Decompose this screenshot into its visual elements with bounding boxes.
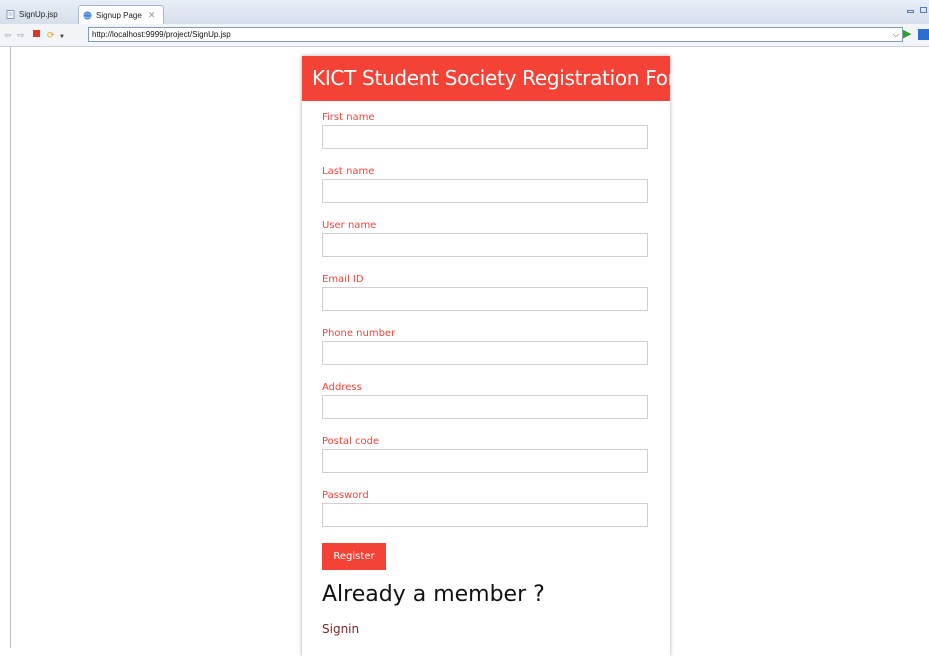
last-name-field: Last name: [322, 166, 648, 203]
password-input[interactable]: [322, 503, 648, 527]
url-input[interactable]: http://localhost:9999/project/SignUp.jsp…: [88, 27, 903, 42]
address-field: Address: [322, 382, 648, 419]
form-title: KICT Student Society Registration Form: [302, 56, 695, 101]
phone-input[interactable]: [322, 341, 648, 365]
postal-code-input[interactable]: [322, 449, 648, 473]
chevron-down-icon[interactable]: ▼: [59, 31, 65, 43]
phone-field: Phone number: [322, 328, 648, 365]
email-input[interactable]: [322, 287, 648, 311]
editor-tab-bar: SignUp.jsp Signup Page ✕: [0, 0, 929, 25]
close-icon[interactable]: ✕: [148, 10, 156, 21]
password-field: Password: [322, 490, 648, 527]
first-name-label: First name: [322, 112, 375, 123]
user-name-input[interactable]: [322, 233, 648, 257]
user-name-label: User name: [322, 220, 377, 231]
view-border: [10, 46, 11, 648]
last-name-label: Last name: [322, 166, 375, 177]
minimize-icon[interactable]: [907, 10, 914, 13]
stop-icon[interactable]: [33, 30, 40, 37]
file-icon: [6, 10, 15, 19]
postal-code-field: Postal code: [322, 436, 648, 473]
first-name-input[interactable]: [322, 125, 648, 149]
tab-label: Signup Page: [96, 10, 142, 20]
last-name-input[interactable]: [322, 179, 648, 203]
url-dropdown-icon[interactable]: ⌵: [893, 28, 899, 41]
email-label: Email ID: [322, 274, 364, 285]
external-browser-icon[interactable]: [918, 29, 929, 40]
email-field: Email ID: [322, 274, 648, 311]
postal-code-label: Postal code: [322, 436, 380, 447]
first-name-field: First name: [322, 112, 648, 149]
register-button[interactable]: Register: [322, 543, 386, 570]
refresh-icon[interactable]: ⟳: [47, 29, 55, 41]
password-label: Password: [322, 490, 369, 501]
signin-link[interactable]: Signin: [322, 622, 359, 636]
window-controls: [907, 7, 927, 13]
maximize-icon[interactable]: [920, 7, 927, 13]
tab-label: SignUp.jsp: [19, 10, 58, 19]
forward-icon[interactable]: ⇨: [17, 29, 25, 41]
tab-signup-page[interactable]: Signup Page ✕: [78, 5, 164, 24]
globe-icon: [83, 11, 92, 19]
address-input[interactable]: [322, 395, 648, 419]
registration-form: KICT Student Society Registration Form F…: [302, 56, 695, 656]
url-text: http://localhost:9999/project/SignUp.jsp: [92, 30, 231, 39]
back-icon[interactable]: ⇦: [4, 29, 12, 41]
address-label: Address: [322, 382, 362, 393]
go-icon[interactable]: ▶: [903, 28, 911, 40]
phone-label: Phone number: [322, 328, 396, 339]
tab-signup-jsp[interactable]: SignUp.jsp: [2, 5, 72, 24]
already-member-heading: Already a member ?: [322, 582, 545, 607]
browser-toolbar: ⇦ ⇨ ⟳ ▼ http://localhost:9999/project/Si…: [0, 24, 929, 47]
user-name-field: User name: [322, 220, 648, 257]
